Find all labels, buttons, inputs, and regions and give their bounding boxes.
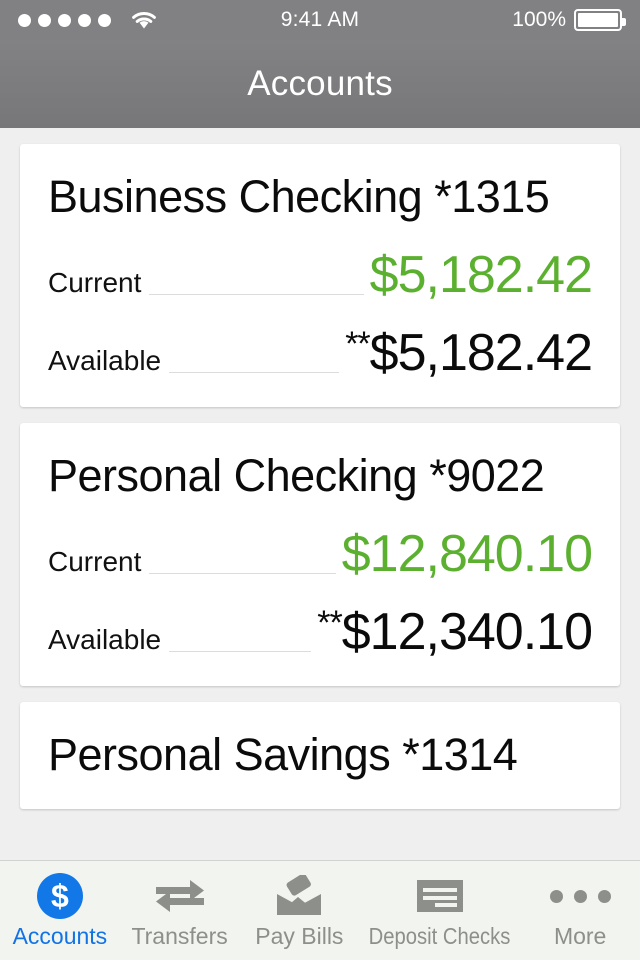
balance-label: Available [48,345,162,377]
tab-pay-bills[interactable]: Pay Bills [239,861,359,960]
balance-row-current: Current $5,182.42 [48,241,593,305]
leader-line [169,372,340,374]
battery-full-icon [574,9,626,31]
balance-amount: $12,340.10 [341,603,593,662]
balance-value: $5,182.42 [369,246,593,305]
tab-transfers[interactable]: Transfers [120,861,240,960]
leader-line [169,651,312,653]
tab-label: Deposit Checks [368,923,511,949]
balance-row-available: Available **$12,340.10 [48,598,593,662]
tab-more[interactable]: More [520,861,640,960]
status-bar: 9:41 AM 100% [0,0,640,40]
dollar-circle-icon: $ [36,873,83,919]
balance-stars: ** [345,325,370,364]
leader-line [149,294,364,296]
tab-label: Transfers [131,923,228,949]
accounts-list[interactable]: Business Checking *1315 Current $5,182.4… [0,128,640,860]
leader-line [149,573,336,575]
balance-stars: ** [317,604,342,643]
transfer-arrows-icon [154,873,206,919]
account-card[interactable]: Business Checking *1315 Current $5,182.4… [20,144,620,408]
tab-label: Accounts [12,923,108,949]
balance-row-available: Available **$5,182.42 [48,319,593,383]
app-screen: 9:41 AM 100% Accounts Business Checking … [0,0,640,960]
balance-amount: $12,840.10 [341,525,593,584]
account-title: Business Checking *1315 [48,171,550,222]
balance-value: **$5,182.42 [345,324,593,383]
tab-label: More [553,923,607,949]
account-title: Personal Checking *9022 [48,450,545,502]
tab-label: Pay Bills [255,923,344,949]
balance-label: Current [48,267,142,299]
page-title: Accounts [247,64,393,103]
account-title: Personal Savings *1314 [48,729,518,781]
balance-value: **$12,340.10 [317,603,593,662]
balance-label: Available [48,624,162,656]
status-time: 9:41 AM [280,8,360,31]
account-card[interactable]: Personal Checking *9022 Current $12,840.… [20,423,620,687]
balance-value: $12,840.10 [341,525,593,584]
navigation-bar: Accounts [0,40,640,128]
ellipsis-icon [549,873,611,919]
tab-accounts[interactable]: $ Accounts [0,861,120,960]
envelope-icon [274,873,324,919]
balance-amount: $5,182.42 [369,246,593,305]
balance-amount: $5,182.42 [369,324,593,383]
check-lines-icon [415,873,465,919]
balance-label: Current [48,546,142,578]
tab-deposit-checks[interactable]: Deposit Checks [359,861,520,960]
tab-bar: $ Accounts Transfers Pay Bills Deposit C… [0,860,640,960]
account-card[interactable]: Personal Savings *1314 [20,702,620,810]
balance-row-current: Current $12,840.10 [48,520,593,584]
